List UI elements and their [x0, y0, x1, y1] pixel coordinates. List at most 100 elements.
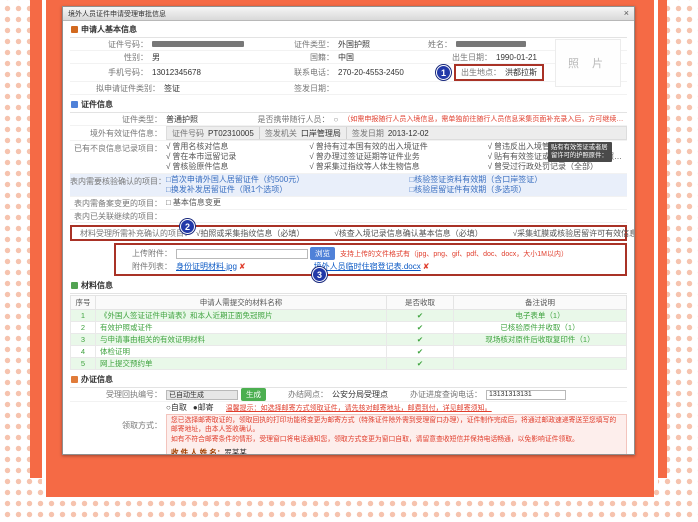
result-icon: [71, 376, 78, 383]
companion-radio-icon[interactable]: ○: [334, 115, 339, 124]
collected-check-icon: ✔: [387, 334, 454, 346]
close-icon[interactable]: ×: [624, 9, 629, 18]
check-icon: √: [488, 152, 492, 162]
birth-date-label: 出生日期：: [436, 52, 496, 63]
verify-item[interactable]: □换发补发居留证件（限1个选项）: [166, 185, 405, 195]
check-icon: √: [166, 152, 170, 162]
confirm-item[interactable]: √核查入境记录信息确认基本信息（必填）: [334, 228, 482, 239]
valid-date-value: 2013-12-02: [388, 129, 429, 138]
apply-type-label: 拟申请证件类别：: [70, 83, 164, 94]
hover-tooltip: 贴有有效签证或者居留许可的护照原件：: [548, 142, 612, 162]
delivery-row: 领取方式： ○自取 ●邮寄 温馨提示：如选择邮寄方式领取证件，请先核对邮寄地址，…: [70, 402, 627, 455]
verify-item-label: 首次申请外国人居留证件（约500元）: [171, 175, 304, 184]
row-remark: 电子表单（1）: [454, 310, 627, 322]
col-no: 序号: [71, 296, 96, 310]
mail-tip-link[interactable]: 温馨提示：如选择邮寄方式领取证件，请先核对邮寄地址，邮费到付，详见邮寄须知。: [226, 403, 492, 413]
section-materials: 材料信息 序号 申请人需提交的材料名称 是否收取 备注说明 1 《外国人签证证件…: [70, 278, 627, 370]
change-item[interactable]: □基本信息变更: [166, 198, 221, 208]
generate-button[interactable]: 生成: [241, 388, 266, 401]
record-item-label: 曾在本市逗留记录: [172, 152, 236, 162]
collected-check-icon: ✔: [387, 358, 454, 370]
verify-item[interactable]: □核验居留证件有效期（多选项）: [409, 185, 627, 195]
upload-format-note: 支持上传的文件格式有（jpg、png、gif、pdf、doc、docx，大小1M…: [340, 249, 568, 259]
table-row[interactable]: 3 与申请事由相关的有效证明材料 ✔ 现场核对原件后收取复印件（1）: [71, 334, 627, 346]
table-row[interactable]: 1 《外国人签证证件申请表》和本人近期正面免冠照片 ✔ 电子表单（1）: [71, 310, 627, 322]
valid-number-value: PT02310005: [208, 129, 254, 138]
mobile-value: 13012345678: [152, 68, 270, 77]
remove-attachment-icon[interactable]: ✘: [423, 262, 430, 271]
materials-icon: [71, 282, 78, 289]
check-icon: √: [309, 142, 313, 152]
collected-check-icon: ✔: [387, 322, 454, 334]
mail-radio[interactable]: ●邮寄: [193, 402, 214, 413]
confirm-item[interactable]: √采集虹膜或核验居留许可有效信息确认: [513, 228, 635, 239]
confirm-item-label: 拍照或采集指纹信息（必填）: [200, 229, 304, 238]
attachment-link[interactable]: 境外人员临时住宿登记表.docx: [314, 261, 421, 272]
photo-placeholder: 照 片: [555, 39, 621, 87]
window-title: 境外人员证件申请受理审批信息: [68, 9, 166, 19]
valid-authority-label: 签发机关: [265, 128, 301, 139]
site-value: 公安分局受理点: [332, 389, 388, 400]
verify-item[interactable]: □核验签证资料有效期（含口岸签证）: [409, 175, 627, 185]
mail-label: 邮寄: [198, 403, 214, 412]
cert-section-title: 证件信息: [81, 99, 113, 110]
row-name: 与申请事由相关的有效证明材料: [96, 334, 387, 346]
collected-check-icon: ✔: [387, 310, 454, 322]
record-item-label: 曾持有过本国有效的出入境证件: [316, 142, 428, 152]
bad-record-row: 已有不良信息记录项目： √曾用名核对信息 √曾持有过本国有效的出入境证件 √曾违…: [70, 141, 627, 174]
col-remark: 备注说明: [454, 296, 627, 310]
record-item[interactable]: √曾受过行政处罚记录（全部）: [488, 162, 627, 172]
upload-file-input[interactable]: [176, 249, 308, 259]
record-item[interactable]: √曾在本市逗留记录: [166, 152, 305, 162]
basic-row-4: 拟申请证件类别： 签证 签发日期：: [70, 82, 627, 95]
recipient-value: 罗某某: [224, 448, 247, 455]
record-item[interactable]: √曾采集过指纹等人体生物信息: [309, 162, 483, 172]
row-name: 体检证明: [96, 346, 387, 358]
mobile-label: 手机号码：: [70, 67, 152, 78]
receipt-row: 受理回执编号： 生成 办结网点： 公安分局受理点 办证进度查询电话：: [70, 388, 627, 402]
valid-authority-value: 口岸管理局: [301, 128, 341, 139]
window-titlebar: 境外人员证件申请受理审批信息 ×: [63, 7, 634, 21]
table-row[interactable]: 5 网上提交预约单 ✔: [71, 358, 627, 370]
step-badge-1: 1: [436, 65, 451, 80]
record-item[interactable]: √曾用名核对信息: [166, 142, 305, 152]
upload-row: 上传附件： 浏览 支持上传的文件格式有（jpg、png、gif、pdf、doc、…: [120, 247, 621, 260]
delivery-label: 领取方式：: [70, 402, 166, 431]
mail-desc-1: 您已选择邮寄取证的，领取回执的打印功能将变更为邮寄方式（特殊证件除外需到受理窗口…: [171, 417, 622, 434]
cert-type-value: 普通护照: [166, 114, 258, 125]
remove-attachment-icon[interactable]: ✘: [239, 262, 246, 271]
certificate-icon: [71, 101, 78, 108]
table-row[interactable]: 4 体检证明 ✔: [71, 346, 627, 358]
basic-row-1: 证件号码： 证件类型： 外国护照 姓名：: [70, 38, 627, 51]
confirm-item[interactable]: √拍照或采集指纹信息（必填）: [196, 228, 304, 239]
basic-section-title: 申请人基本信息: [81, 24, 137, 35]
self-pickup-radio[interactable]: ○自取: [166, 402, 187, 413]
recipient-label: 收 件 人 姓 名：: [171, 448, 224, 455]
upload-highlight-box: 3 上传附件： 浏览 支持上传的文件格式有（jpg、png、gif、pdf、do…: [114, 243, 627, 276]
verify-item[interactable]: □首次申请外国人居留证件（约500元）: [166, 175, 405, 185]
receipt-input[interactable]: [166, 390, 238, 400]
box-icon: □: [166, 198, 171, 208]
record-item[interactable]: √曾办理过签证延期等证件业务: [309, 152, 483, 162]
record-item[interactable]: √曾持有过本国有效的出入境证件: [309, 142, 483, 152]
apply-type-value: 签证: [164, 83, 270, 94]
attachment-list-row: 附件列表： 身份证明材料.jpg ✘ 境外人员临时住宿登记表.docx ✘: [120, 260, 621, 272]
attachment-link[interactable]: 身份证明材料.jpg: [176, 261, 237, 272]
row-name: 《外国人签证证件申请表》和本人近期正面免冠照片: [96, 310, 387, 322]
mail-info-box: 您已选择邮寄取证的，领取回执的打印功能将变更为邮寄方式（特殊证件除外需到受理窗口…: [166, 414, 627, 455]
form-content: 贴有有效签证或者居留许可的护照原件： 申请人基本信息 照 片 证件号码： 证件类…: [63, 21, 634, 455]
materials-section-header: 材料信息: [70, 278, 627, 294]
result-section-title: 办证信息: [81, 374, 113, 385]
record-item[interactable]: √曾核验原件信息: [166, 162, 305, 172]
valid-date-cell: 签发日期 2013-12-02: [347, 127, 626, 139]
browse-button[interactable]: 浏览: [310, 247, 335, 260]
verify-item-label: 核验签证资料有效期（含口岸签证）: [414, 175, 542, 184]
basic-row-3: 手机号码： 13012345678 联系电话： 270-20-4553-2450…: [70, 64, 627, 82]
attachment-list-label: 附件列表：: [120, 261, 176, 272]
record-item-label: 曾核验原件信息: [172, 162, 228, 172]
query-phone-input[interactable]: [486, 390, 566, 400]
change-item-label: 基本信息变更: [173, 198, 221, 208]
id-number-redacted: [152, 41, 244, 47]
table-row[interactable]: 2 有效护照或证件 ✔ 已核验原件并收取（1）: [71, 322, 627, 334]
valid-cert-label: 境外有效证件信息：: [70, 128, 166, 139]
